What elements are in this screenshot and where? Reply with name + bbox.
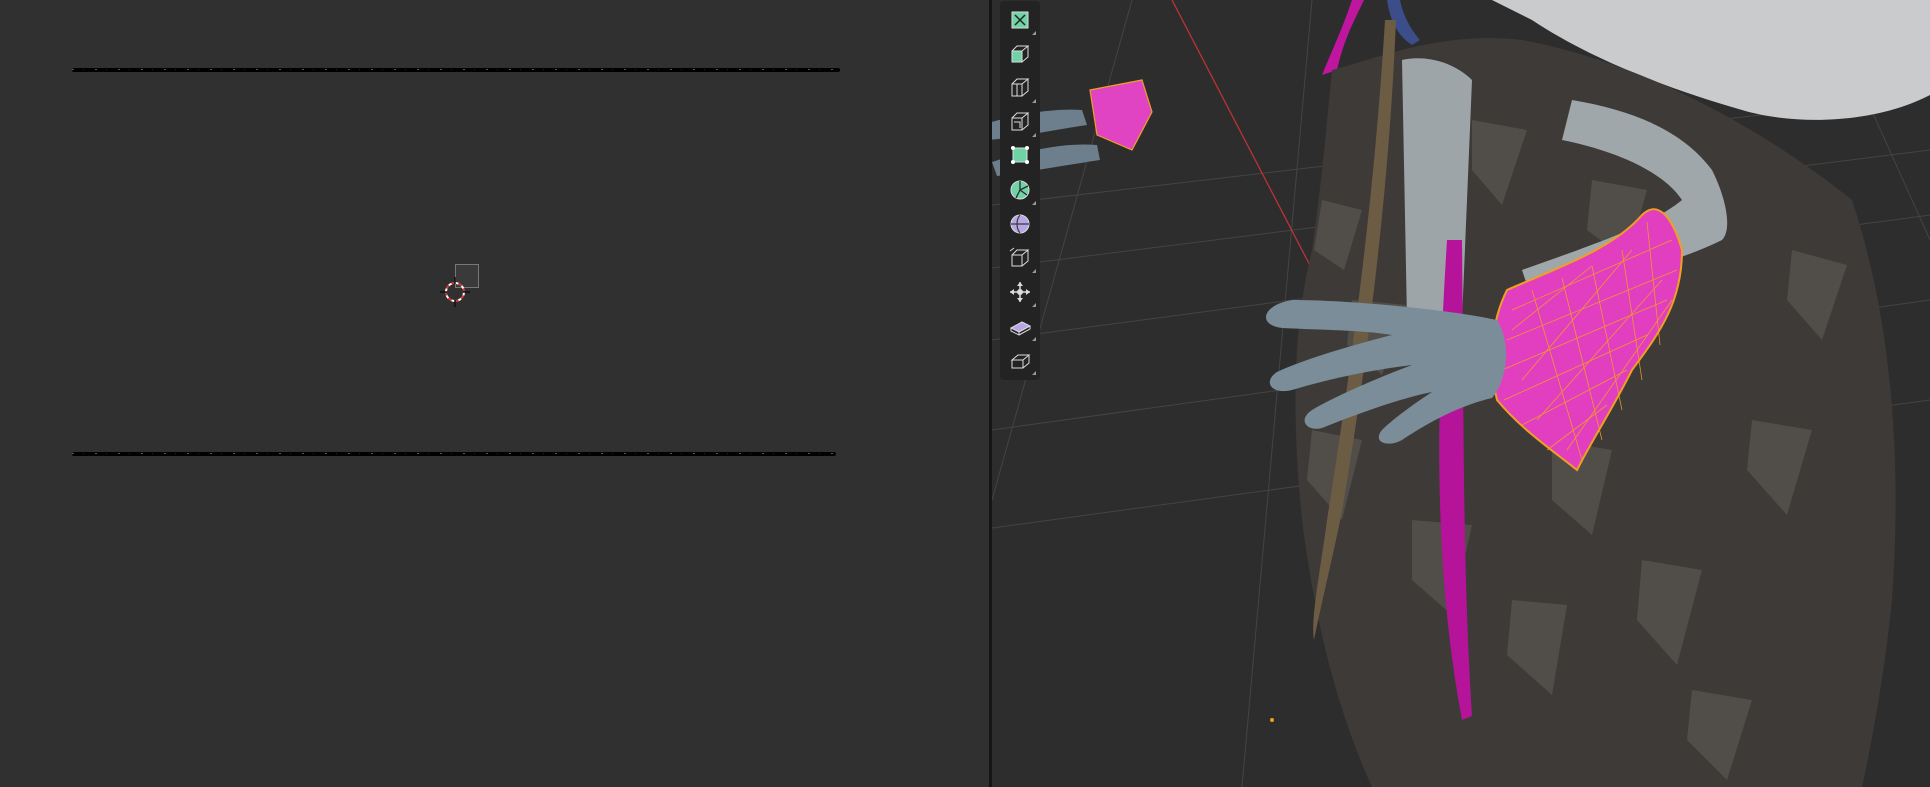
object-origin-dot bbox=[1270, 718, 1274, 722]
rip-region-tool[interactable] bbox=[1003, 344, 1037, 376]
spin-tool[interactable] bbox=[1003, 174, 1037, 206]
loop-cut-tool[interactable] bbox=[1003, 140, 1037, 172]
edge-slide-icon bbox=[1009, 247, 1030, 267]
shrink-fatten-icon bbox=[1010, 282, 1030, 302]
extrude-manifold-tool[interactable] bbox=[1003, 38, 1037, 70]
shrink-fatten-tool[interactable] bbox=[1003, 276, 1037, 308]
edge-slide-tool[interactable] bbox=[1003, 242, 1037, 274]
inset-faces-icon bbox=[1011, 78, 1030, 97]
bevel-icon bbox=[1011, 112, 1030, 131]
inset-faces-tool[interactable] bbox=[1003, 72, 1037, 104]
uv-editor-panel[interactable] bbox=[0, 0, 989, 787]
selected-cuff-far[interactable] bbox=[1089, 79, 1153, 151]
extrude-manifold-icon bbox=[1011, 45, 1030, 63]
extrude-region-tool[interactable] bbox=[1003, 4, 1037, 36]
uv-island-strip-bottom[interactable] bbox=[72, 452, 836, 456]
tool-shelf bbox=[1000, 1, 1040, 380]
smooth-tool[interactable] bbox=[1003, 208, 1037, 240]
3d-viewport[interactable] bbox=[992, 0, 1930, 787]
rip-region-icon bbox=[1010, 354, 1031, 369]
viewport-scene bbox=[992, 0, 1930, 787]
spin-icon bbox=[1010, 180, 1030, 200]
uv-cursor-group bbox=[440, 264, 480, 310]
shear-tool[interactable] bbox=[1003, 310, 1037, 342]
uv-island-strip-top[interactable] bbox=[72, 68, 840, 72]
bevel-tool[interactable] bbox=[1003, 106, 1037, 138]
2d-cursor-icon[interactable] bbox=[440, 277, 470, 307]
loop-cut-icon bbox=[1011, 146, 1029, 164]
smooth-icon bbox=[1010, 214, 1030, 234]
shear-icon bbox=[1009, 321, 1032, 336]
extrude-region-icon bbox=[1011, 11, 1029, 29]
